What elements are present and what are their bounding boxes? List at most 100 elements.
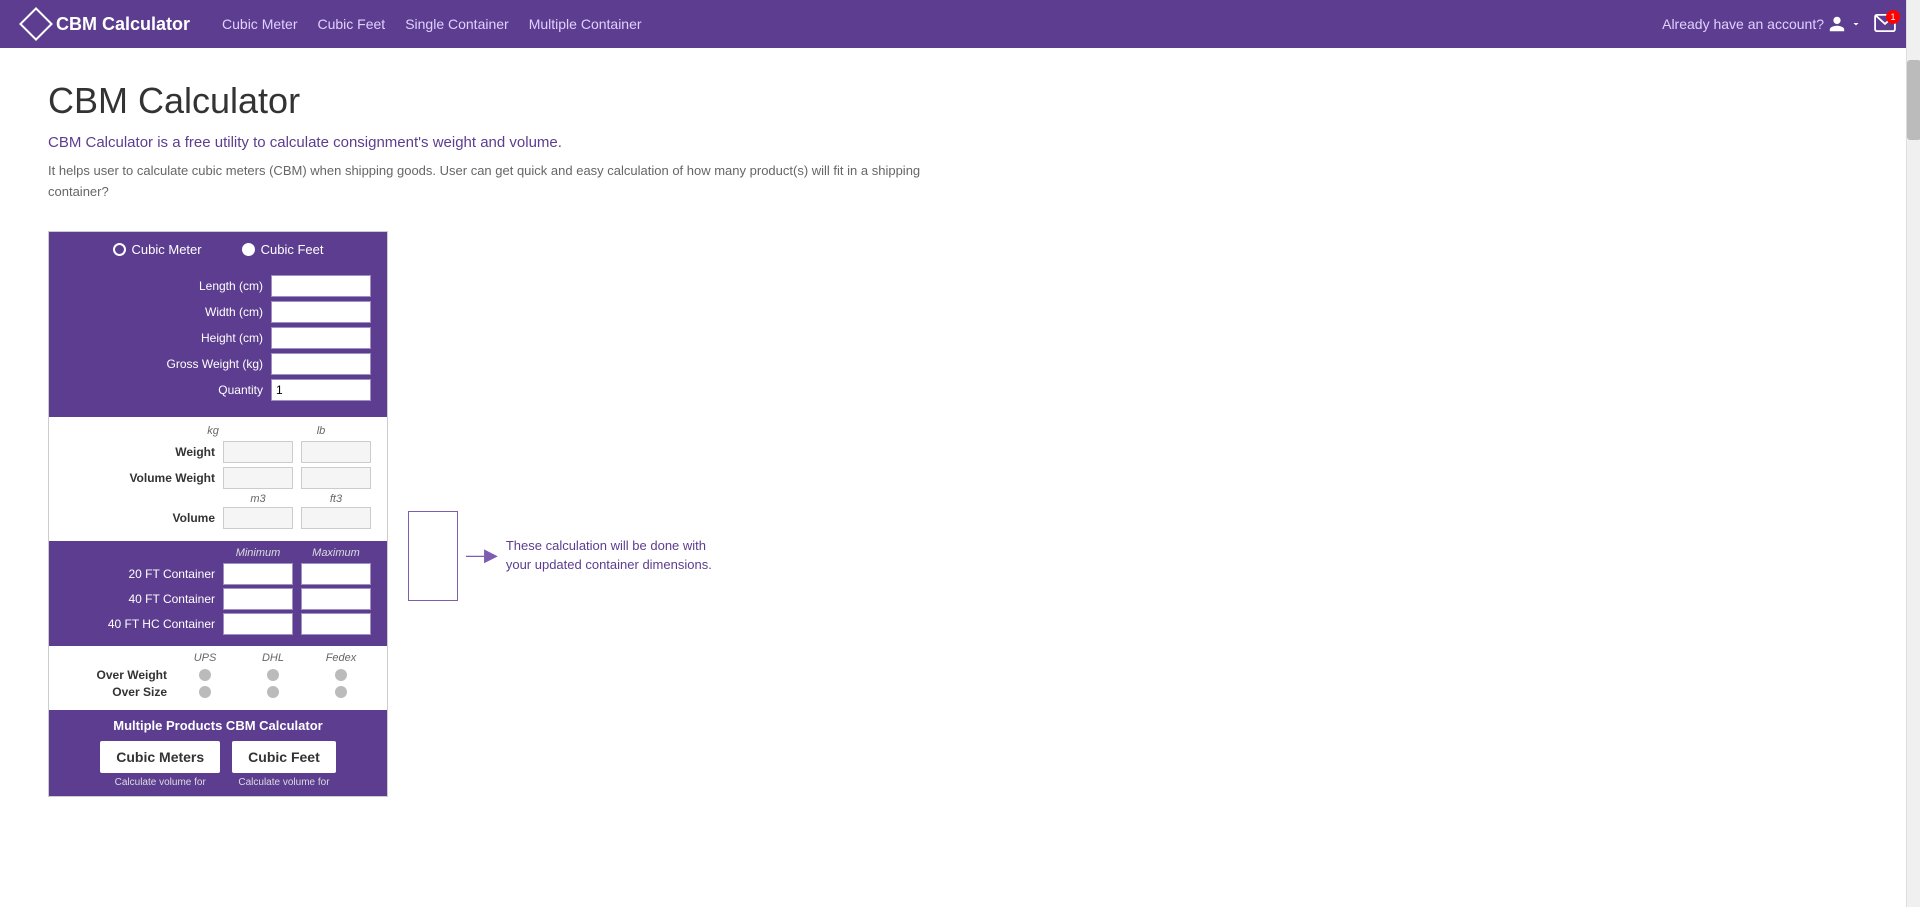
length-input[interactable] [271,275,371,297]
vol-weight-lb-input [301,467,371,489]
container-header: Minimum Maximum [65,547,371,559]
height-input[interactable] [271,327,371,349]
ft3-header: ft3 [301,493,371,505]
radio-cubic-meter [113,243,126,256]
container-40fthc-label: 40 FT HC Container [65,617,215,631]
overweight-ups [175,669,235,681]
lb-header: lb [271,425,371,437]
oversize-label: Over Size [65,685,167,699]
callout-wrapper: —▶ These calculation will be done with y… [408,511,726,601]
vol-weight-kg-input [223,467,293,489]
scrollbar[interactable] [1906,0,1920,907]
volume-weight-label: Volume Weight [65,471,215,485]
cubic-feet-button[interactable]: Cubic Feet [232,741,336,773]
cubic-meters-btn-group: Cubic Meters Calculate volume for [100,741,220,788]
dhl-header: DHL [243,652,303,664]
nav-link-multiple-container[interactable]: Multiple Container [529,16,642,32]
courier-section: UPS DHL Fedex Over Weight Over Size [49,646,387,710]
width-input[interactable] [271,301,371,323]
gross-weight-label: Gross Weight (kg) [65,357,263,371]
overweight-dhl [243,669,303,681]
fedex-header: Fedex [311,652,371,664]
weight-lb-input [301,441,371,463]
account-button[interactable]: Already have an account? [1662,15,1862,33]
multi-product-buttons: Cubic Meters Calculate volume for Cubic … [65,741,371,788]
field-width: Width (cm) [65,301,371,323]
overweight-ups-dot [199,669,211,681]
cubic-meters-sub: Calculate volume for [100,777,220,788]
gross-weight-input[interactable] [271,353,371,375]
container-40ft-min [223,588,293,610]
volume-label: Volume [65,511,215,525]
callout-row: —▶ These calculation will be done with y… [408,511,726,601]
chevron-down-icon [1850,18,1862,30]
page-subtitle: CBM Calculator is a free utility to calc… [48,134,1152,151]
length-label: Length (cm) [65,279,263,293]
ups-header: UPS [175,652,235,664]
scrollbar-thumb[interactable] [1907,60,1920,140]
unit-meter-label: Cubic Meter [132,242,202,257]
height-label: Height (cm) [65,331,263,345]
result-volume: Volume [65,507,371,529]
container-20ft: 20 FT Container [65,563,371,585]
volume-ft3-input [301,507,371,529]
oversize-dhl-dot [267,686,279,698]
brand-icon [19,7,53,41]
container-40ft: 40 FT Container [65,588,371,610]
cubic-feet-sub: Calculate volume for [232,777,336,788]
mail-badge: 1 [1886,10,1900,24]
brand-name: CBM Calculator [56,14,190,35]
result-volume-weight: Volume Weight [65,467,371,489]
nav-link-single-container[interactable]: Single Container [405,16,509,32]
volume-m3-input [223,507,293,529]
results-section: kg lb Weight Volume Weight m3 ft3 [49,417,387,541]
overweight-dhl-dot [267,669,279,681]
radio-cubic-feet [242,243,255,256]
user-icon [1828,15,1846,33]
field-gross-weight: Gross Weight (kg) [65,353,371,375]
courier-header: UPS DHL Fedex [65,652,371,664]
navbar: CBM Calculator Cubic Meter Cubic Feet Si… [0,0,1920,48]
max-header: Maximum [301,547,371,559]
container-section: Minimum Maximum 20 FT Container 40 FT Co… [49,541,387,646]
page-title: CBM Calculator [48,80,1152,122]
multi-product-title: Multiple Products CBM Calculator [65,718,371,733]
unit-cubic-meter[interactable]: Cubic Meter [113,242,202,257]
account-text: Already have an account? [1662,16,1824,32]
result-weight: Weight [65,441,371,463]
oversize-fedex [311,686,371,698]
kg-header: kg [163,425,263,437]
width-label: Width (cm) [65,305,263,319]
mail-button[interactable]: 1 [1874,14,1896,35]
min-header: Minimum [223,547,293,559]
multi-product-section: Multiple Products CBM Calculator Cubic M… [49,710,387,796]
m3-header: m3 [223,493,293,505]
field-length: Length (cm) [65,275,371,297]
container-20ft-min [223,563,293,585]
calculator-wrapper: Cubic Meter Cubic Feet Length (cm) Width… [48,231,1152,797]
oversize-ups-dot [199,686,211,698]
nav-link-cubic-meter[interactable]: Cubic Meter [222,16,297,32]
container-40fthc: 40 FT HC Container [65,613,371,635]
results-header: kg lb [65,425,371,437]
container-40fthc-min [223,613,293,635]
unit-cubic-feet[interactable]: Cubic Feet [242,242,324,257]
cubic-meters-button[interactable]: Cubic Meters [100,741,220,773]
field-quantity: Quantity [65,379,371,401]
input-fields-section: Length (cm) Width (cm) Height (cm) Gross… [49,267,387,417]
nav-right: Already have an account? 1 [1662,14,1896,35]
container-20ft-max [301,563,371,585]
oversize-ups [175,686,235,698]
brand-logo[interactable]: CBM Calculator [24,12,190,36]
nav-links: Cubic Meter Cubic Feet Single Container … [222,16,642,32]
nav-link-cubic-feet[interactable]: Cubic Feet [317,16,385,32]
volume-unit-headers: m3 ft3 [65,493,371,505]
overweight-label: Over Weight [65,668,167,682]
cubic-feet-btn-group: Cubic Feet Calculate volume for [232,741,336,788]
container-40ft-max [301,588,371,610]
quantity-input[interactable] [271,379,371,401]
calculator-box: Cubic Meter Cubic Feet Length (cm) Width… [48,231,388,797]
callout-box [408,511,458,601]
courier-overweight: Over Weight [65,668,371,682]
oversize-dhl [243,686,303,698]
